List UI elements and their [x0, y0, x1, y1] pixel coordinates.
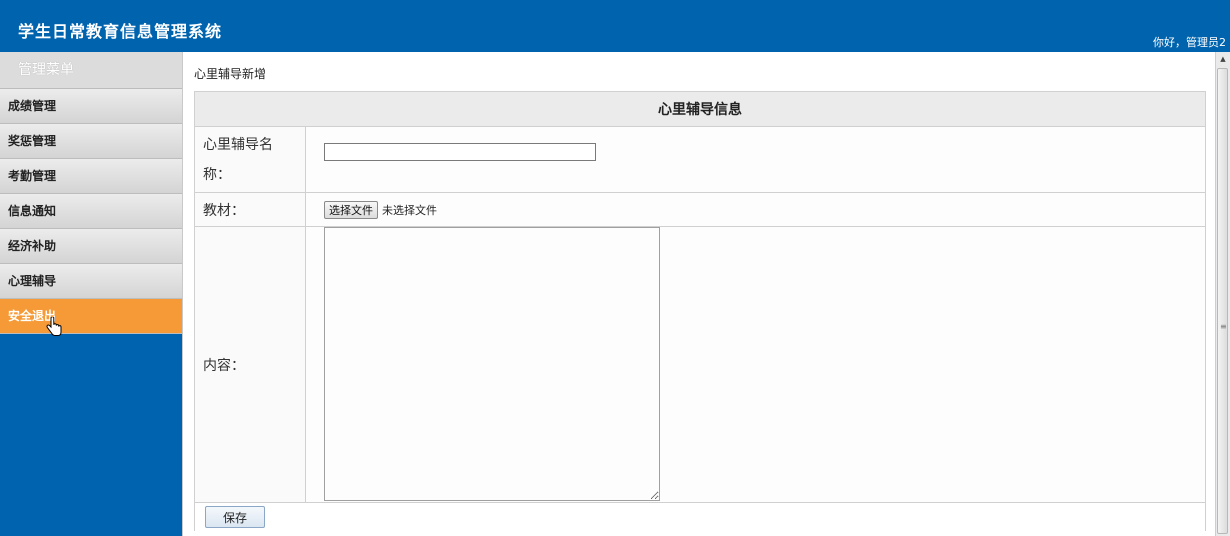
- form-footer: 保存: [194, 502, 1206, 531]
- sidebar-item-label: 心理辅导: [8, 274, 57, 288]
- sidebar-item-label: 奖惩管理: [8, 134, 57, 148]
- material-cell: 选择文件 未选择文件: [305, 192, 1206, 227]
- counseling-name-input[interactable]: [324, 143, 596, 161]
- sidebar-item-subsidy[interactable]: 经济补助: [0, 229, 182, 264]
- sidebar-item-label: 成绩管理: [8, 99, 57, 113]
- main-content: 心里辅导新增 心里辅导信息 心里辅导名称： 教材： 选择文件 未选择文件 内容： …: [182, 52, 1217, 536]
- save-button[interactable]: 保存: [205, 506, 265, 528]
- choose-file-button[interactable]: 选择文件: [324, 200, 378, 219]
- sidebar-item-label: 信息通知: [8, 204, 57, 218]
- app-title: 学生日常教育信息管理系统: [18, 22, 223, 41]
- hand-cursor-icon: [46, 317, 62, 336]
- welcome-text: 你好，管理员2: [1153, 36, 1226, 49]
- app-header: 学生日常教育信息管理系统 你好，管理员2: [0, 0, 1230, 52]
- sidebar-item-attendance[interactable]: 考勤管理: [0, 159, 182, 194]
- sidebar-item-grades[interactable]: 成绩管理: [0, 89, 182, 124]
- sidebar-menu-title: 管理菜单: [0, 52, 182, 89]
- name-cell: [305, 126, 1206, 193]
- form-title: 心里辅导信息: [194, 91, 1206, 127]
- counseling-form: 心里辅导信息 心里辅导名称： 教材： 选择文件 未选择文件 内容： 保存: [194, 91, 1206, 531]
- sidebar-item-label: 考勤管理: [8, 169, 57, 183]
- sidebar-item-counseling[interactable]: 心理辅导: [0, 264, 182, 299]
- scroll-thumb[interactable]: ≡: [1217, 68, 1228, 534]
- scroll-grip-icon: ≡: [1220, 322, 1227, 331]
- scroll-up-arrow-icon[interactable]: ▲: [1216, 52, 1230, 66]
- content-textarea[interactable]: [324, 227, 660, 501]
- material-label: 教材：: [194, 192, 306, 227]
- sidebar-item-label: 经济补助: [8, 239, 57, 253]
- sidebar: 管理菜单 成绩管理 奖惩管理 考勤管理 信息通知 经济补助 心理辅导 安全退出: [0, 52, 182, 536]
- vertical-scrollbar[interactable]: ▲ ≡: [1215, 52, 1230, 536]
- breadcrumb: 心里辅导新增: [194, 67, 267, 81]
- sidebar-item-rewards[interactable]: 奖惩管理: [0, 124, 182, 159]
- sidebar-item-notices[interactable]: 信息通知: [0, 194, 182, 229]
- content-cell: [305, 226, 1206, 503]
- file-status: 未选择文件: [382, 203, 437, 217]
- content-label: 内容：: [194, 226, 306, 503]
- sidebar-item-logout[interactable]: 安全退出: [0, 299, 182, 336]
- name-label: 心里辅导名称：: [194, 126, 306, 193]
